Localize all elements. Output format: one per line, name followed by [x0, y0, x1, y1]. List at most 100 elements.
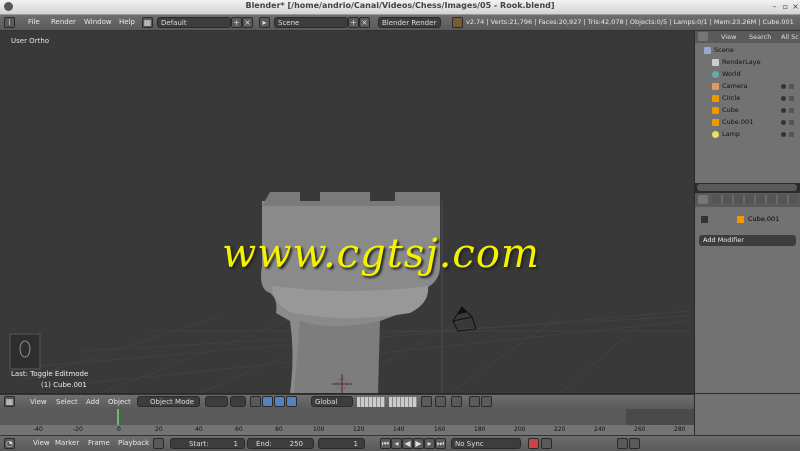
editor-type-icon[interactable]: ▦: [4, 396, 15, 407]
visibility-eye-icon[interactable]: [781, 96, 786, 101]
outliner-item-cube[interactable]: Cube: [695, 105, 800, 116]
remove-layout-button[interactable]: ×: [242, 17, 253, 28]
selectable-arrow-icon[interactable]: [789, 132, 794, 137]
preview-range-icon[interactable]: [153, 438, 164, 449]
layer-buttons[interactable]: [357, 397, 385, 407]
outliner-item-lamp[interactable]: Lamp: [695, 129, 800, 140]
add-modifier-dropdown[interactable]: Add Modifier: [699, 235, 796, 246]
visibility-eye-icon[interactable]: [781, 108, 786, 113]
visibility-eye-icon[interactable]: [781, 132, 786, 137]
keying-set-icon[interactable]: [541, 438, 552, 449]
menu-view[interactable]: View: [30, 398, 47, 406]
current-frame-indicator[interactable]: [117, 409, 119, 425]
remove-scene-button[interactable]: ×: [359, 17, 370, 28]
opengl-render-icon[interactable]: [469, 396, 480, 407]
play-icon[interactable]: ▶: [413, 438, 424, 449]
scene-icon: [704, 47, 711, 54]
scale-icon[interactable]: [286, 396, 297, 407]
outliner-item-renderlayer[interactable]: RenderLaye: [695, 57, 800, 68]
outliner-item-world[interactable]: World: [695, 69, 800, 80]
viewport-shading-select[interactable]: [205, 396, 228, 407]
minimize-icon[interactable]: –: [770, 2, 779, 11]
add-layout-button[interactable]: +: [231, 17, 242, 28]
close-icon[interactable]: ×: [791, 2, 800, 11]
visibility-eye-icon[interactable]: [781, 84, 786, 89]
outliner-item-circle[interactable]: Circle: [695, 93, 800, 104]
selectable-arrow-icon[interactable]: [789, 84, 794, 89]
selectable-arrow-icon[interactable]: [789, 96, 794, 101]
render-engine-select[interactable]: Blender Render: [378, 17, 441, 28]
menu-window[interactable]: Window: [84, 18, 112, 26]
start-frame-field[interactable]: Start: 1: [170, 438, 245, 449]
screen-layout-icon[interactable]: ▦: [142, 17, 153, 28]
outliner-item-cube-001[interactable]: Cube.001: [695, 117, 800, 128]
outliner-editor-icon[interactable]: [698, 32, 708, 41]
3d-viewport[interactable]: User Ortho Last: Toggle Editmode (1) Cub…: [0, 31, 694, 393]
frame-ruler[interactable]: -40 -20 0 20 40 60 80 100 120 140 160 18…: [0, 425, 694, 435]
play-reverse-icon[interactable]: ◀: [402, 438, 413, 449]
prev-keyframe-icon[interactable]: ◂: [391, 438, 402, 449]
info-header: i File Render Window Help ▦ Default + × …: [0, 15, 800, 31]
timeline-menu-view[interactable]: View: [33, 439, 50, 447]
menu-file[interactable]: File: [28, 18, 40, 26]
timeline-area[interactable]: -40 -20 0 20 40 60 80 100 120 140 160 18…: [0, 409, 694, 435]
properties-context-tabs[interactable]: [712, 195, 798, 204]
auto-keying-icon[interactable]: [528, 438, 539, 449]
jump-end-icon[interactable]: ⏭: [435, 438, 446, 449]
screen-layout-field[interactable]: Default: [157, 17, 231, 28]
tick-label: 220: [554, 426, 566, 433]
timeline-menu-frame[interactable]: Frame: [88, 439, 110, 447]
jump-start-icon[interactable]: ⏮: [380, 438, 391, 449]
outliner-menu-search[interactable]: Search: [749, 33, 771, 41]
add-scene-button[interactable]: +: [348, 17, 359, 28]
outliner-item-camera[interactable]: Camera: [695, 81, 800, 92]
scene-icon[interactable]: ▸: [259, 17, 270, 28]
delete-keyframe-icon[interactable]: [629, 438, 640, 449]
snap-icon[interactable]: [435, 396, 446, 407]
editor-type-icon[interactable]: ◔: [4, 438, 15, 449]
end-frame-field[interactable]: End: 250: [247, 438, 314, 449]
active-object-label: (1) Cube.001: [41, 381, 87, 389]
pin-icon[interactable]: [701, 216, 708, 223]
selectable-arrow-icon[interactable]: [789, 108, 794, 113]
render-layer-icon: [712, 59, 719, 66]
visibility-eye-icon[interactable]: [781, 120, 786, 125]
pivot-point-select[interactable]: [230, 396, 246, 407]
menu-render[interactable]: Render: [51, 18, 76, 26]
timeline-menu-marker[interactable]: Marker: [55, 439, 79, 447]
insert-keyframe-icon[interactable]: [617, 438, 628, 449]
tick-label: 140: [393, 426, 405, 433]
camera-icon: [712, 83, 719, 90]
properties-editor-icon[interactable]: [698, 195, 708, 204]
camera-object[interactable]: [452, 306, 477, 332]
timeline-menu-playback[interactable]: Playback: [118, 439, 149, 447]
maximize-icon[interactable]: ▫: [781, 2, 790, 11]
layer-buttons-2[interactable]: [389, 397, 417, 407]
outliner-scrollbar[interactable]: [697, 184, 797, 191]
transform-orientation-select[interactable]: Global: [311, 396, 353, 407]
outliner-menu-view[interactable]: View: [721, 33, 736, 41]
snap-target-icon[interactable]: [451, 396, 462, 407]
translate-icon[interactable]: [262, 396, 273, 407]
window-titlebar: Blender* [/home/andrio/Canal/Videos/Ches…: [0, 0, 800, 15]
next-keyframe-icon[interactable]: ▸: [424, 438, 435, 449]
menu-object[interactable]: Object: [108, 398, 131, 406]
selectable-arrow-icon[interactable]: [789, 120, 794, 125]
menu-add[interactable]: Add: [86, 398, 100, 406]
rook-model[interactable]: [261, 192, 440, 393]
manipulator-toggle-icon[interactable]: [250, 396, 261, 407]
proportional-edit-icon[interactable]: [421, 396, 432, 407]
outliner-display-mode[interactable]: All Sc: [781, 33, 799, 41]
rotate-icon[interactable]: [274, 396, 285, 407]
current-frame-field[interactable]: 1: [318, 438, 365, 449]
scene-field[interactable]: Scene: [274, 17, 348, 28]
mesh-icon: [737, 216, 744, 223]
mode-select[interactable]: Object Mode: [137, 396, 200, 407]
properties-panel: Cube.001 Add Modifier: [695, 207, 800, 393]
menu-help[interactable]: Help: [119, 18, 135, 26]
outliner-item-scene[interactable]: Scene: [695, 45, 800, 56]
opengl-anim-icon[interactable]: [481, 396, 492, 407]
menu-select[interactable]: Select: [56, 398, 78, 406]
sync-mode-select[interactable]: No Sync: [451, 438, 521, 449]
editor-type-icon[interactable]: i: [4, 17, 15, 28]
